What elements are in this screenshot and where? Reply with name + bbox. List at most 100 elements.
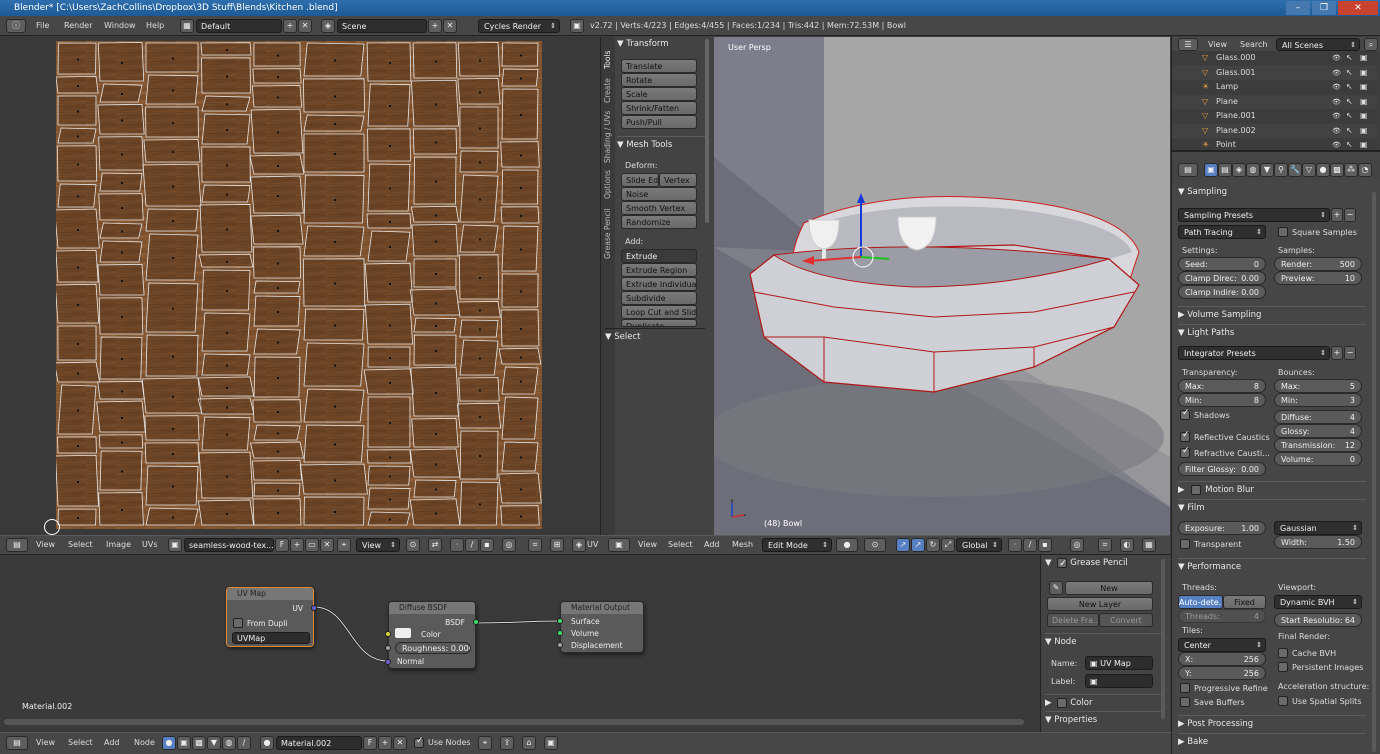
node-diffuse-bsdf[interactable]: Diffuse BSDF BSDF Color Roughness: 0.000… xyxy=(385,601,479,669)
uv-island[interactable] xyxy=(500,206,540,224)
node-menu-select[interactable]: Select xyxy=(68,733,93,753)
selectable-icon[interactable]: ↖ xyxy=(1346,95,1353,109)
selectable-icon[interactable]: ↖ xyxy=(1346,124,1353,138)
renderable-icon[interactable]: ▣ xyxy=(1360,124,1368,138)
clamp-direct-field[interactable]: Clamp Direc: 0.00 xyxy=(1178,271,1266,285)
uv-island[interactable] xyxy=(251,85,303,108)
uv-island[interactable] xyxy=(456,402,502,429)
tab-create[interactable]: Create xyxy=(603,73,612,103)
select-vertex-icon[interactable]: · xyxy=(450,538,464,552)
node-color-checkbox[interactable] xyxy=(1057,697,1068,708)
transparency-max-field[interactable]: Max: 8 xyxy=(1178,379,1266,393)
uv-island[interactable] xyxy=(198,451,254,499)
uv-island[interactable] xyxy=(498,347,542,365)
node-label-field[interactable]: ▣ xyxy=(1085,674,1153,688)
uv-island[interactable] xyxy=(56,454,99,507)
minimize-button[interactable]: – xyxy=(1286,1,1310,15)
uv-island[interactable] xyxy=(252,246,302,279)
layers-tab-icon[interactable]: ▤ xyxy=(1218,163,1232,177)
uv-map-icon[interactable]: ◈ xyxy=(572,538,586,552)
diffuse-bounces-field[interactable]: Diffuse: 4 xyxy=(1274,410,1362,424)
threads-fixed-button[interactable]: Fixed xyxy=(1223,595,1266,609)
viewport-bvh-select[interactable]: Dynamic BVH xyxy=(1274,595,1362,609)
uv-island[interactable] xyxy=(366,213,412,229)
glossy-bounces-field[interactable]: Glossy: 4 xyxy=(1274,424,1362,438)
uv-island[interactable] xyxy=(498,472,542,504)
uv-island[interactable] xyxy=(250,175,304,214)
line-style-icon[interactable]: / xyxy=(237,736,251,750)
tab-shading-uvs[interactable]: Shading / UVs xyxy=(603,107,612,163)
uv-island[interactable] xyxy=(500,141,540,168)
material-add-icon[interactable]: + xyxy=(378,736,392,750)
tool-shelf-scrollbar[interactable] xyxy=(705,39,709,223)
uv-island[interactable] xyxy=(98,136,144,171)
uv-island[interactable] xyxy=(500,309,540,347)
uv-menu-image[interactable]: Image xyxy=(106,536,131,554)
uv-island[interactable] xyxy=(411,223,459,257)
roughness-input-socket[interactable] xyxy=(385,645,391,651)
proportional-icon[interactable]: ◎ xyxy=(502,538,516,552)
snap-icon[interactable]: ⌗ xyxy=(528,538,542,552)
save-buffers-checkbox[interactable] xyxy=(1180,697,1190,707)
scene-tab-icon[interactable]: ◈ xyxy=(1232,163,1246,177)
uv-island[interactable] xyxy=(201,146,251,183)
roughness-field[interactable]: Roughness: 0.000 xyxy=(395,642,471,654)
visibility-icon[interactable]: 👁 xyxy=(1332,66,1341,80)
node-editor[interactable]: UV Map UV From Dupli UVMap Diffuse BSDF … xyxy=(0,554,1040,732)
fake-user-button[interactable]: F xyxy=(275,538,289,552)
uv-view-select[interactable]: View xyxy=(356,538,400,552)
properties-panel-header[interactable]: ▼ Properties xyxy=(1045,711,1161,727)
persistent-images-checkbox[interactable] xyxy=(1278,662,1288,672)
uv-island[interactable] xyxy=(303,133,365,173)
uv-island[interactable] xyxy=(96,400,146,433)
render-icon[interactable]: ▣ xyxy=(570,19,584,33)
uv-island[interactable] xyxy=(142,163,202,207)
uv-island[interactable] xyxy=(410,366,460,417)
new-layer-button[interactable]: New Layer xyxy=(1047,597,1153,611)
vp-menu-mesh[interactable]: Mesh xyxy=(732,536,753,554)
progressive-refine-checkbox[interactable] xyxy=(1180,683,1190,693)
uv-island[interactable] xyxy=(409,498,461,526)
renderable-icon[interactable]: ▣ xyxy=(1360,80,1368,94)
material-browse-icon[interactable]: ● xyxy=(260,736,274,750)
pin-icon[interactable]: ⌖ xyxy=(337,538,351,552)
motion-blur-checkbox[interactable] xyxy=(1191,484,1202,495)
material-name-field[interactable]: Material.002 xyxy=(276,736,362,750)
cache-bvh-checkbox[interactable] xyxy=(1278,648,1288,658)
uv-island[interactable] xyxy=(97,103,145,135)
modifiers-tab-icon[interactable]: 🔧 xyxy=(1288,163,1302,177)
uv-island[interactable] xyxy=(249,154,305,175)
uv-island[interactable] xyxy=(56,145,98,182)
volume-input-socket[interactable] xyxy=(557,630,563,636)
uv-island[interactable] xyxy=(98,492,144,526)
reflective-caustics-checkbox[interactable] xyxy=(1180,430,1190,442)
node-sidebar-scrollbar[interactable] xyxy=(1161,559,1165,719)
visibility-icon[interactable]: 👁 xyxy=(1332,95,1341,109)
node-panel-header[interactable]: ▼ Node xyxy=(1045,633,1161,649)
uv-menu-select[interactable]: Select xyxy=(68,536,93,554)
sampling-panel-header[interactable]: ▼ Sampling xyxy=(1178,184,1366,200)
uv-island[interactable] xyxy=(410,205,460,223)
shrink-fatten-button[interactable]: Shrink/Fatten xyxy=(621,101,697,115)
snap-node-icon[interactable]: ⌖ xyxy=(478,736,492,750)
uv-island[interactable] xyxy=(458,254,500,300)
search-icon[interactable]: ⌕ xyxy=(1364,38,1378,51)
uv-island[interactable] xyxy=(197,499,255,526)
viewport-type-icon[interactable]: ▣ xyxy=(608,538,630,552)
uv-island[interactable] xyxy=(252,68,302,84)
integrator-presets-select[interactable]: Integrator Presets xyxy=(1178,346,1330,360)
uv-island[interactable] xyxy=(197,376,255,397)
uv-island[interactable] xyxy=(363,368,415,395)
new-grease-pencil-button[interactable]: New xyxy=(1065,581,1153,595)
select-face-icon[interactable]: ▪ xyxy=(480,538,494,552)
compositing-nodes-icon[interactable]: ▣ xyxy=(177,736,191,750)
outliner-row[interactable]: ▽ Plane.002 👁 ↖ ▣ xyxy=(1172,123,1377,138)
shading-icon[interactable]: ● xyxy=(836,538,858,552)
tab-tools[interactable]: Tools xyxy=(603,41,612,69)
image-browse-icon[interactable]: ▣ xyxy=(168,538,182,552)
extrude-individual-button[interactable]: Extrude Individual xyxy=(621,277,697,291)
uv-island[interactable] xyxy=(97,42,145,82)
spatial-splits-checkbox[interactable] xyxy=(1278,696,1288,706)
orientation-select[interactable]: Global xyxy=(956,538,1002,552)
face-select-icon[interactable]: ▪ xyxy=(1038,538,1052,552)
